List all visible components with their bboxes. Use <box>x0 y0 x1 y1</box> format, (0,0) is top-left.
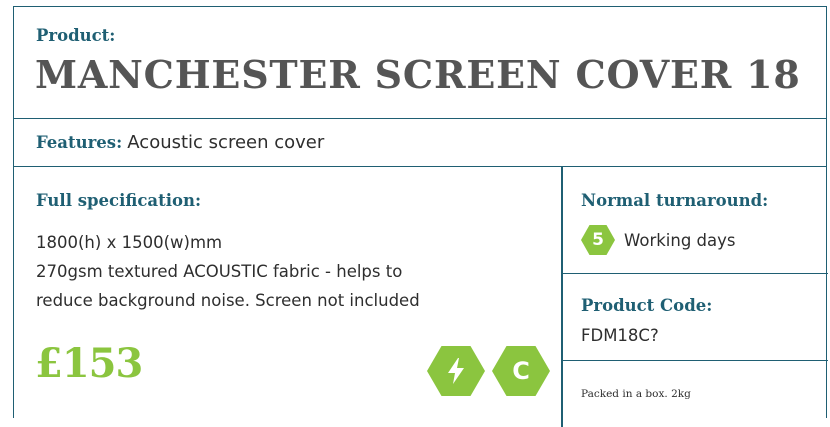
features-label: Features: <box>36 133 123 152</box>
product-code-value: FDM18C? <box>581 326 659 345</box>
product-card: Product: MANCHESTER SCREEN COVER 18 Feat… <box>13 6 828 427</box>
spec-line-dimensions: 1800(h) x 1500(w)mm <box>36 233 223 252</box>
product-code-cell: Product Code: FDM18C? <box>563 274 828 361</box>
product-label: Product: <box>36 26 116 45</box>
product-name: MANCHESTER SCREEN COVER 18 <box>35 52 801 97</box>
spec-line-fabric: 270gsm textured ACOUSTIC fabric - helps … <box>36 262 403 281</box>
turnaround-days-badge: 5 <box>581 225 615 255</box>
spec-line-noise: reduce background noise. Screen not incl… <box>36 291 420 310</box>
price: £153 <box>35 340 143 387</box>
features-text: Acoustic screen cover <box>127 132 325 153</box>
features-row: Features: Acoustic screen cover <box>14 119 826 167</box>
turnaround-days-number: 5 <box>592 230 604 250</box>
turnaround-label: Normal turnaround: <box>581 191 769 210</box>
c-letter-icon: C <box>512 357 530 385</box>
packing-text: Packed in a box. 2kg <box>581 388 691 400</box>
product-code-label: Product Code: <box>581 296 713 315</box>
turnaround-cell: Normal turnaround: 5 Working days <box>563 167 828 274</box>
specification-label: Full specification: <box>36 191 202 210</box>
packing-cell: Packed in a box. 2kg <box>563 361 828 421</box>
turnaround-unit: Working days <box>624 231 736 250</box>
express-badge <box>427 346 485 396</box>
lightning-bolt-icon <box>448 358 464 384</box>
product-title-row: Product: MANCHESTER SCREEN COVER 18 <box>14 7 826 119</box>
features-line: Features: Acoustic screen cover <box>36 132 324 153</box>
c-badge: C <box>492 346 550 396</box>
